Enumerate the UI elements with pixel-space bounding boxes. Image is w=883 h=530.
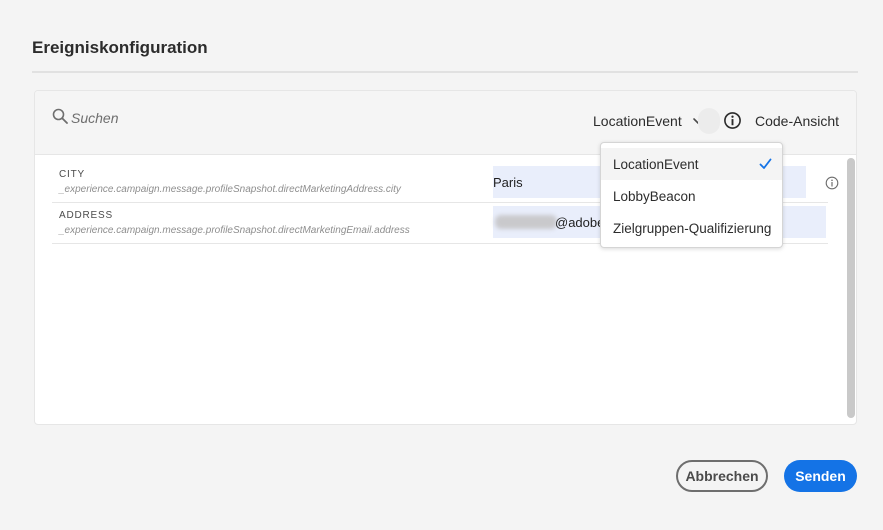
event-config-panel: LocationEvent Code-Ansicht CITY _experie…	[34, 90, 857, 425]
menu-item-label: LocationEvent	[613, 156, 699, 172]
event-type-dropdown-menu: LocationEvent LobbyBeacon Zielgruppen-Qu…	[600, 142, 783, 248]
code-view-label: Code-Ansicht	[755, 113, 840, 129]
city-value-text: Paris	[493, 175, 523, 190]
dialog-title: Ereigniskonfiguration	[32, 38, 208, 57]
field-path: _experience.campaign.message.profileSnap…	[59, 225, 410, 236]
menu-item-label: Zielgruppen-Qualifizierung	[613, 220, 772, 236]
blurred-email-prefix	[495, 215, 557, 229]
search-icon	[52, 108, 68, 124]
event-picker-label: LocationEvent	[593, 113, 682, 129]
send-button[interactable]: Senden	[784, 460, 857, 492]
title-divider	[32, 71, 858, 73]
code-view-toggle[interactable]	[698, 108, 720, 134]
address-value-text: @adobe	[555, 215, 605, 230]
search-input[interactable]	[71, 107, 291, 129]
info-icon[interactable]	[723, 111, 742, 130]
menu-item-location-event[interactable]: LocationEvent	[601, 148, 782, 180]
field-name: CITY	[59, 169, 85, 180]
field-path: _experience.campaign.message.profileSnap…	[59, 184, 401, 195]
menu-item-lobby-beacon[interactable]: LobbyBeacon	[601, 180, 782, 212]
menu-item-label: LobbyBeacon	[613, 188, 696, 204]
field-name: ADDRESS	[59, 210, 113, 221]
info-icon[interactable]	[825, 176, 839, 190]
menu-item-audience-qualification[interactable]: Zielgruppen-Qualifizierung	[601, 212, 782, 244]
checkmark-icon	[759, 158, 772, 169]
scrollbar[interactable]	[844, 155, 856, 424]
cancel-button[interactable]: Abbrechen	[676, 460, 768, 492]
event-type-picker[interactable]: LocationEvent	[593, 109, 704, 133]
scrollbar-thumb[interactable]	[847, 158, 855, 418]
